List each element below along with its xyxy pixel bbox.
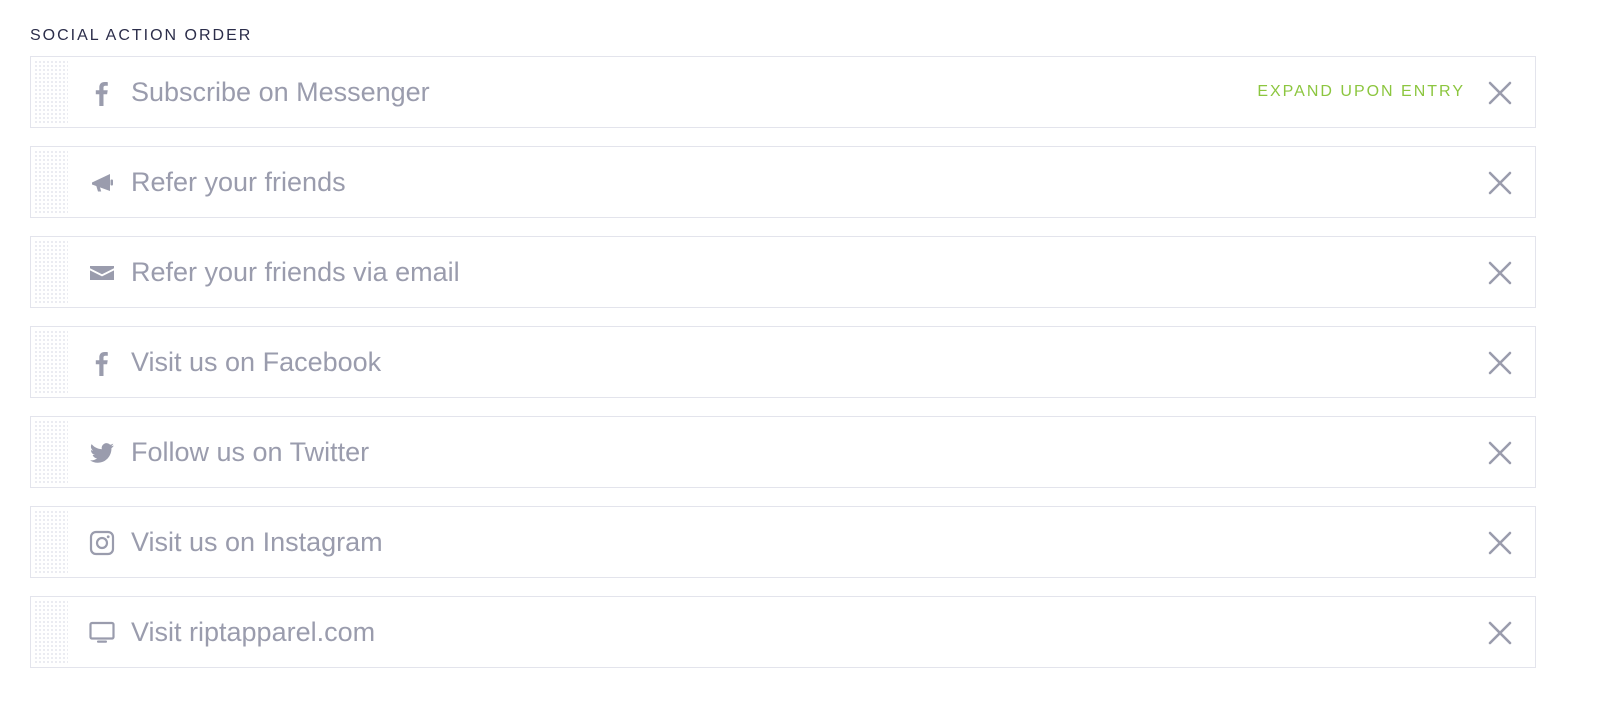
- action-row-visit-website[interactable]: Visit riptapparel.com: [30, 596, 1536, 668]
- monitor-icon: [89, 620, 115, 646]
- instagram-icon: [89, 530, 115, 556]
- action-row-refer-friends-email[interactable]: Refer your friends via email: [30, 236, 1536, 308]
- section-title: SOCIAL ACTION ORDER: [30, 27, 253, 44]
- close-icon[interactable]: [1487, 530, 1513, 556]
- close-icon[interactable]: [1487, 170, 1513, 196]
- action-label: Visit us on Facebook: [131, 347, 382, 377]
- action-label: Visit us on Instagram: [131, 527, 383, 557]
- social-action-list: Subscribe on Messenger EXPAND UPON ENTRY…: [30, 56, 1536, 686]
- action-row-visit-instagram[interactable]: Visit us on Instagram: [30, 506, 1536, 578]
- drag-handle[interactable]: [34, 60, 68, 124]
- close-icon[interactable]: [1487, 620, 1513, 646]
- action-row-follow-twitter[interactable]: Follow us on Twitter: [30, 416, 1536, 488]
- close-icon[interactable]: [1487, 350, 1513, 376]
- social-action-order-section: SOCIAL ACTION ORDER Subscribe on Messeng…: [30, 26, 1536, 686]
- drag-handle[interactable]: [34, 510, 68, 574]
- action-row-visit-facebook[interactable]: Visit us on Facebook: [30, 326, 1536, 398]
- action-label: Subscribe on Messenger: [131, 77, 430, 107]
- drag-handle[interactable]: [34, 330, 68, 394]
- action-label: Refer your friends: [131, 167, 346, 197]
- drag-handle[interactable]: [34, 600, 68, 664]
- action-row-refer-friends[interactable]: Refer your friends: [30, 146, 1536, 218]
- twitter-icon: [89, 440, 115, 466]
- facebook-icon: [89, 80, 115, 106]
- envelope-icon: [89, 260, 115, 286]
- close-icon[interactable]: [1487, 260, 1513, 286]
- action-label: Refer your friends via email: [131, 257, 460, 287]
- close-icon[interactable]: [1487, 440, 1513, 466]
- action-label: Follow us on Twitter: [131, 437, 370, 467]
- drag-handle[interactable]: [34, 240, 68, 304]
- drag-handle[interactable]: [34, 420, 68, 484]
- megaphone-icon: [89, 170, 115, 196]
- facebook-icon: [89, 350, 115, 376]
- action-row-subscribe-messenger[interactable]: Subscribe on Messenger EXPAND UPON ENTRY: [30, 56, 1536, 128]
- expand-upon-entry-toggle[interactable]: EXPAND UPON ENTRY: [1257, 57, 1465, 127]
- close-icon[interactable]: [1487, 80, 1513, 106]
- action-label: Visit riptapparel.com: [131, 617, 376, 647]
- drag-handle[interactable]: [34, 150, 68, 214]
